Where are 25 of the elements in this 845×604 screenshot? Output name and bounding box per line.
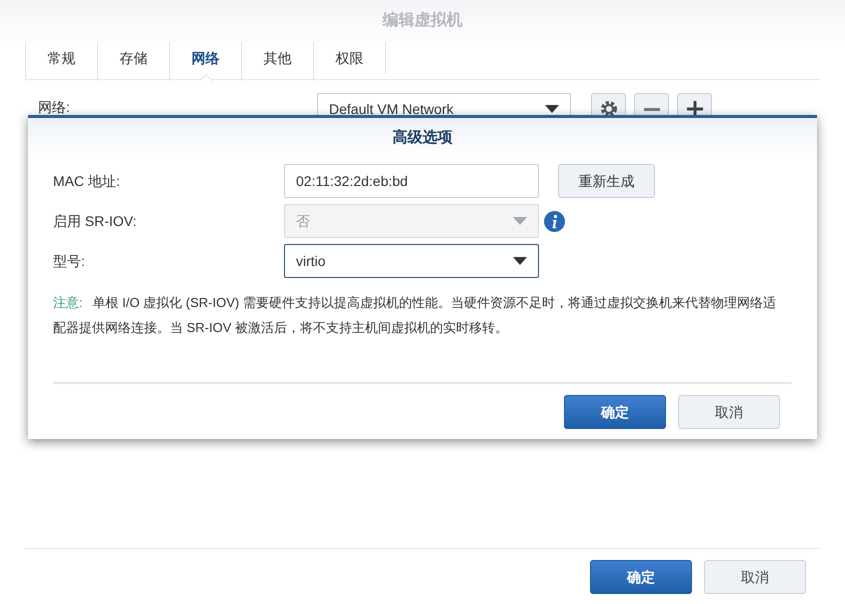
ok-button[interactable]: 确定: [564, 395, 666, 429]
regenerate-button[interactable]: 重新生成: [558, 164, 655, 198]
settings-icon: [600, 100, 618, 118]
tab[interactable]: 权限: [313, 42, 385, 81]
window-title: 编辑虚拟机: [382, 10, 462, 31]
sriov-label: 启用 SR-IOV:: [53, 212, 138, 230]
note-text: 注意: 单根 I/O 虚拟化 (SR-IOV) 需要硬件支持以提高虚拟机的性能。当硬件资源不足时，将通过虚拟交换机来代替物理网络适配器提供网络连接。当 SR-IOV 被激活后，将不支持主机间虚拟机的实时移转。: [53, 294, 777, 337]
caret-icon: [513, 257, 527, 265]
cancel-button[interactable]: 取消: [704, 560, 806, 594]
network-label: 网络:: [38, 98, 71, 117]
model-label: 型号:: [53, 252, 86, 270]
tab[interactable]: 其他: [241, 42, 313, 81]
mac-field[interactable]: 02:11:32:2d:eb:bd: [284, 164, 539, 198]
info-icon: [544, 210, 565, 232]
cancel-button[interactable]: 取消: [678, 395, 780, 429]
tab[interactable]: 网络: [169, 42, 241, 81]
ok-button[interactable]: 确定: [590, 560, 692, 594]
tab[interactable]: 存储: [97, 42, 169, 81]
minus-icon: [644, 108, 660, 110]
dialog-title: 高级选项: [392, 128, 452, 148]
caret-icon: [545, 105, 559, 113]
model-select[interactable]: virtio: [284, 244, 539, 278]
mac-label: MAC 地址:: [53, 172, 121, 190]
caret-icon: [513, 217, 527, 225]
tab[interactable]: 常规: [25, 42, 97, 81]
